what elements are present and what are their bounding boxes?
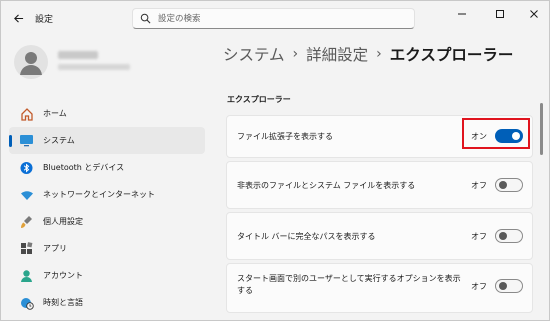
toggle-knob [499, 181, 507, 189]
page-title: エクスプローラー [389, 46, 514, 64]
setting-card-hidden-files: 非表示のファイルとシステム ファイルを表示する オフ [226, 161, 533, 209]
search-icon [140, 13, 151, 24]
display-icon [19, 133, 34, 148]
scrollbar[interactable] [540, 103, 543, 155]
sidebar-item-label: ネットワークとインターネット [43, 190, 155, 199]
app-title: 設定 [35, 15, 54, 25]
sidebar-item-label: 時刻と言語 [43, 298, 83, 307]
profile-email-blurred [58, 64, 130, 70]
sidebar-item-label: Bluetooth とデバイス [43, 163, 125, 172]
sidebar-item-bluetooth[interactable]: Bluetooth とデバイス [9, 154, 205, 181]
close-button[interactable] [517, 1, 550, 27]
active-indicator [9, 135, 12, 147]
sidebar-item-accounts[interactable]: アカウント [9, 262, 205, 289]
minimize-button[interactable] [445, 1, 479, 27]
setting-card-run-as-user: スタート画面で別のユーザーとして実行するオプションを表示 する オフ [226, 263, 533, 313]
bluetooth-icon [19, 160, 34, 175]
profile-name-blurred [58, 51, 98, 59]
sidebar-item-system[interactable]: システム [9, 127, 205, 154]
sidebar-item-label: アプリ [43, 244, 67, 253]
sidebar-item-home[interactable]: ホーム [9, 100, 205, 127]
toggle-state-label: オフ [471, 282, 487, 291]
highlight-box [462, 118, 530, 149]
hidden-files-toggle[interactable] [495, 178, 523, 192]
sidebar-item-apps[interactable]: アプリ [9, 235, 205, 262]
sidebar-item-time-language[interactable]: 時刻と言語 [9, 289, 205, 316]
toggle-knob [499, 282, 507, 290]
breadcrumb: システム › 詳細設定 › エクスプローラー [223, 43, 513, 65]
home-icon [19, 106, 34, 121]
toggle-knob [499, 232, 507, 240]
sidebar-item-personalization[interactable]: 個人用設定 [9, 208, 205, 235]
sidebar-item-label: ホーム [43, 109, 67, 118]
globe-clock-icon [19, 295, 34, 310]
setting-label-line2: する [237, 286, 253, 295]
brush-icon [19, 214, 34, 229]
setting-label: 非表示のファイルとシステム ファイルを表示する [237, 181, 416, 190]
run-as-user-toggle[interactable] [495, 279, 523, 293]
breadcrumb-separator: › [292, 46, 299, 62]
back-arrow-icon [13, 13, 23, 23]
sidebar-nav: ホーム システム Bluetooth とデバイス ネットワークとインターネット [9, 100, 205, 316]
back-button[interactable] [9, 9, 27, 27]
setting-label-line1: スタート画面で別のユーザーとして実行するオプションを表示 [237, 274, 461, 283]
toggle-state-label: オフ [471, 181, 487, 190]
breadcrumb-separator: › [376, 46, 382, 62]
maximize-icon [496, 10, 504, 18]
search-input[interactable] [158, 11, 408, 26]
setting-label: ファイル拡張子を表示する [237, 132, 333, 141]
title-bar: 設定 [1, 1, 549, 35]
breadcrumb-item-advanced[interactable]: 詳細設定 [306, 43, 368, 65]
toggle-state-label: オフ [471, 232, 487, 241]
person-silhouette-icon [20, 52, 42, 75]
sidebar-item-network[interactable]: ネットワークとインターネット [9, 181, 205, 208]
section-title: エクスプローラー [227, 95, 291, 104]
avatar [14, 45, 48, 79]
breadcrumb-item-system[interactable]: システム [223, 43, 285, 65]
close-icon [530, 10, 538, 18]
apps-icon [19, 241, 34, 256]
sidebar-item-label: システム [43, 136, 75, 145]
sidebar-item-label: 個人用設定 [43, 217, 83, 226]
sidebar-item-label: アカウント [43, 271, 83, 280]
search-box[interactable] [132, 8, 415, 29]
maximize-button[interactable] [483, 1, 517, 27]
wifi-icon [19, 187, 34, 202]
setting-card-full-path: タイトル バーに完全なパスを表示する オフ [226, 212, 533, 260]
person-icon [19, 268, 34, 283]
setting-label: タイトル バーに完全なパスを表示する [237, 232, 376, 241]
full-path-toggle[interactable] [495, 229, 523, 243]
minimize-icon [458, 13, 466, 15]
settings-window: 設定 設定の検索 ホーム システム Bluetooth とデバイス ネットワーク… [0, 0, 550, 321]
